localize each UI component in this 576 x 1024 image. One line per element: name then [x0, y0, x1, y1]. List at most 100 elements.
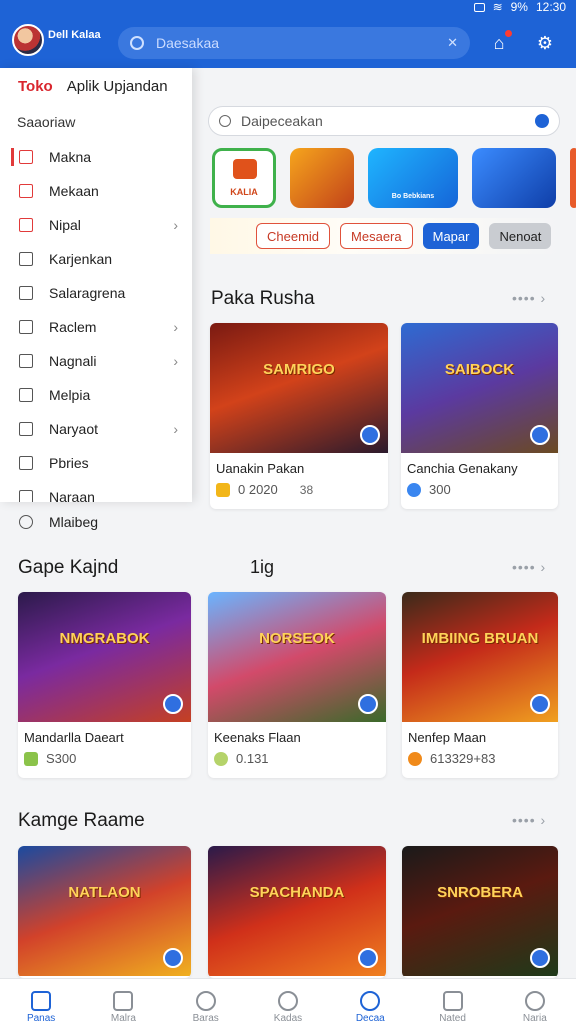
chip-nenoat[interactable]: Nenoat — [489, 223, 552, 249]
drawer-item-naraan[interactable]: Naraan — [0, 480, 192, 502]
nav-activity[interactable]: Kadas — [247, 979, 329, 1024]
section-more-button[interactable]: •••• › — [512, 559, 546, 575]
side-drawer: Toko Aplik Upjandan Saaoriaw Makna Mekaa… — [0, 68, 192, 502]
discover-icon — [360, 991, 381, 1011]
game-meta: 613329+83 — [402, 745, 558, 766]
game-thumbnail: NATLAON — [18, 846, 191, 976]
profile-icon — [524, 991, 545, 1011]
drawer-item-karjenkan[interactable]: Karjenkan — [0, 242, 192, 276]
game-meta: 300 — [401, 476, 558, 497]
gear-icon: ⚙ — [536, 33, 554, 53]
drawer-section-label: Saaoriaw — [17, 114, 76, 130]
nav-games[interactable]: Malra — [82, 979, 164, 1024]
game-art-title: SAMRIGO — [263, 361, 335, 378]
drawer-item-melpia[interactable]: Melpia — [0, 378, 192, 412]
download-badge-icon[interactable] — [163, 948, 183, 968]
clock-icon — [277, 991, 298, 1011]
game-card[interactable]: SNROBERA — [402, 846, 558, 978]
drawer-item-nipal[interactable]: Nipal › — [0, 208, 192, 242]
drawer-item-pbries[interactable]: Pbries — [0, 446, 192, 480]
game-thumbnail: NMGRABOK — [18, 592, 191, 722]
list-icon — [19, 422, 33, 436]
drawer-title: Aplik Upjandan — [66, 77, 168, 95]
nav-discover[interactable]: Decaa — [329, 979, 411, 1024]
bell-icon: ⌂ — [493, 33, 505, 53]
game-thumbnail: SPACHANDA — [208, 846, 386, 976]
game-card[interactable]: IMBIING BRUAN Nenfep Maan 613329+83 — [402, 592, 558, 778]
partial-app-icon[interactable] — [570, 148, 576, 208]
racing-app-icon[interactable] — [472, 148, 556, 208]
chevron-right-icon: › — [173, 353, 178, 369]
chip-mapar[interactable]: Mapar — [422, 223, 480, 249]
hero-app-icon[interactable] — [290, 148, 354, 208]
chat-icon — [19, 515, 33, 529]
coin-icon — [408, 751, 422, 766]
chevron-right-icon: › — [173, 319, 178, 335]
main-search-bar[interactable] — [208, 106, 560, 136]
game-card[interactable]: SAMRIGO Uanakin Pakan 0 2020 38 — [210, 323, 388, 509]
filter-chips: Cheemid Mesaera Mapar Nenoat — [210, 218, 560, 254]
leaf-icon — [19, 354, 33, 368]
brand-name: Dell Kalaa — [48, 29, 101, 41]
game-card[interactable]: NMGRABOK Mandarlla Daeart S300 — [18, 592, 191, 778]
drawer-item-makna[interactable]: Makna — [0, 140, 192, 174]
download-badge-icon[interactable] — [530, 425, 550, 445]
drawer-item-mlaibeg[interactable]: Mlaibeg — [19, 514, 98, 530]
game-art-title: NMGRABOK — [59, 630, 150, 647]
main-search-input[interactable] — [241, 113, 535, 129]
frame-icon — [19, 286, 33, 300]
drawer-item-naryaot[interactable]: Naryaot › — [0, 412, 192, 446]
chip-cheemid[interactable]: Cheemid — [256, 223, 331, 249]
download-badge-icon[interactable] — [358, 694, 378, 714]
blocks-app-icon[interactable]: Bo Bebkians — [368, 148, 458, 208]
section-more-button[interactable]: •••• › — [512, 290, 546, 306]
game-art-title: SNROBERA — [437, 884, 523, 901]
status-bar: ≋ 9% 12:30 — [473, 0, 566, 14]
game-meta: 0 2020 38 — [210, 476, 388, 497]
game-card[interactable]: SPACHANDA — [208, 846, 386, 978]
search-icon — [130, 36, 144, 50]
clock-time: 12:30 — [535, 0, 566, 14]
settings-button[interactable]: ⚙ — [534, 32, 556, 54]
drawer-item-mekaan[interactable]: Mekaan — [0, 174, 192, 208]
drawer-item-salaragrena[interactable]: Salaragrena — [0, 276, 192, 310]
clear-icon[interactable]: ✕ — [447, 35, 458, 51]
section-subtitle: 1ig — [250, 557, 275, 577]
game-card[interactable]: NATLAON — [18, 846, 191, 978]
game-art-title: NORSEOK — [259, 630, 335, 647]
game-app-icon[interactable]: KALIA — [212, 148, 276, 208]
clock-icon — [19, 490, 33, 502]
download-badge-icon[interactable] — [358, 948, 378, 968]
top-search-input[interactable] — [156, 35, 448, 51]
game-card[interactable]: SAIBOCK Canchia Genakany 300 — [401, 323, 558, 509]
game-meta: 0.131 — [208, 745, 386, 766]
drawer-item-nagnali[interactable]: Nagnali › — [0, 344, 192, 378]
app-bar: ≋ 9% 12:30 Dell Kalaa ✕ ⌂ ⚙ — [0, 0, 576, 68]
download-badge-icon[interactable] — [530, 694, 550, 714]
download-badge-icon[interactable] — [163, 694, 183, 714]
nav-profile[interactable]: Naria — [494, 979, 576, 1024]
game-meta: S300 — [18, 745, 191, 766]
grid-icon — [19, 252, 33, 266]
game-art-title: SPACHANDA — [249, 884, 345, 901]
section-more-button[interactable]: •••• › — [512, 812, 546, 828]
download-badge-icon[interactable] — [530, 948, 550, 968]
notification-button[interactable]: ⌂ — [488, 30, 512, 54]
avatar[interactable] — [12, 24, 44, 56]
home-icon — [19, 184, 33, 198]
nav-library[interactable]: Nated — [411, 979, 493, 1024]
download-badge-icon[interactable] — [360, 425, 380, 445]
drawer-item-raclem[interactable]: Raclem › — [0, 310, 192, 344]
bottom-navigation: Panas Malra Baras Kadas Decaa Nated Nari… — [0, 978, 576, 1024]
chip-mesaera[interactable]: Mesaera — [340, 223, 413, 249]
section-title: Kamge Raame — [18, 810, 145, 831]
nav-home[interactable]: Panas — [0, 979, 82, 1024]
voice-search-icon[interactable] — [535, 114, 549, 128]
apps-icon — [113, 991, 134, 1011]
game-thumbnail: NORSEOK — [208, 592, 386, 722]
nav-search[interactable]: Baras — [165, 979, 247, 1024]
game-card[interactable]: NORSEOK Keenaks Flaan 0.131 — [208, 592, 386, 778]
drawer-brand: Toko — [18, 77, 53, 95]
game-name: Nenfep Maan — [408, 730, 487, 745]
top-search-bar[interactable]: ✕ — [118, 27, 470, 59]
